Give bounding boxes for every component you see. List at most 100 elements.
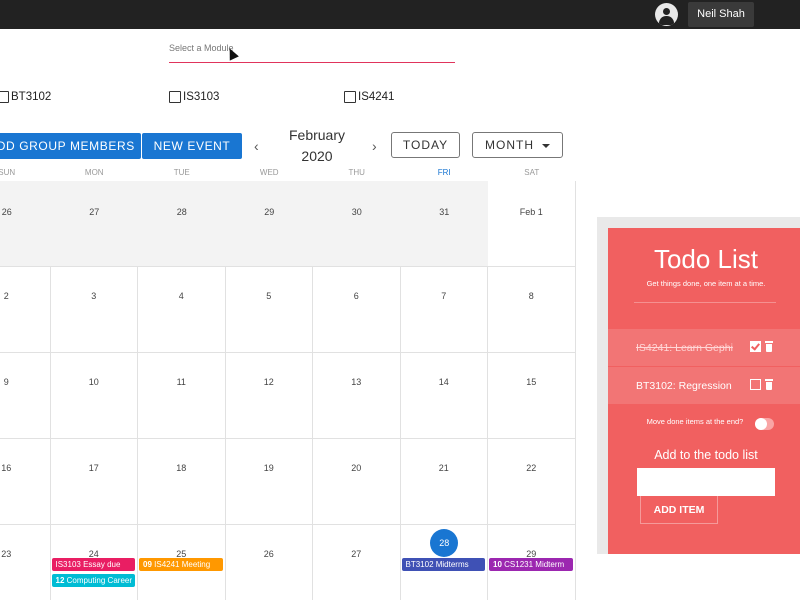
- calendar-day-cell[interactable]: 3: [51, 267, 139, 353]
- day-number[interactable]: 9: [0, 377, 50, 387]
- calendar-day-cell[interactable]: 20: [313, 439, 401, 525]
- calendar-event[interactable]: 10 CS1231 Midterm: [489, 558, 573, 571]
- event-title: IS4241 Meeting: [154, 560, 210, 569]
- day-number[interactable]: 23: [0, 549, 50, 559]
- day-number[interactable]: 17: [51, 463, 138, 473]
- next-month-icon[interactable]: ›: [372, 138, 377, 154]
- calendar-day-cell[interactable]: 31: [401, 181, 489, 267]
- day-number[interactable]: 12: [226, 377, 313, 387]
- checkbox-icon[interactable]: [344, 91, 356, 103]
- module-checkbox-is4241[interactable]: IS4241: [344, 90, 394, 104]
- todo-item-text: IS4241: Learn Gephi: [636, 342, 733, 354]
- day-number[interactable]: 20: [313, 463, 400, 473]
- calendar-day-cell[interactable]: 6: [313, 267, 401, 353]
- calendar-day-cell[interactable]: 22: [488, 439, 576, 525]
- add-item-button[interactable]: ADD ITEM: [640, 496, 718, 524]
- calendar-day-cell[interactable]: 14: [401, 353, 489, 439]
- view-select-label: MONTH: [485, 138, 534, 152]
- add-group-members-button[interactable]: ADD GROUP MEMBERS: [0, 133, 141, 159]
- calendar-day-cell[interactable]: 4: [138, 267, 226, 353]
- today-marker[interactable]: 28: [430, 529, 458, 557]
- calendar-day-cell[interactable]: 9: [0, 353, 51, 439]
- todo-done-checkbox[interactable]: [750, 341, 761, 352]
- month-year: 2020: [276, 146, 358, 167]
- checkbox-icon[interactable]: [169, 91, 181, 103]
- day-number[interactable]: 22: [488, 463, 575, 473]
- day-number[interactable]: 28: [138, 207, 226, 217]
- day-number[interactable]: 31: [401, 207, 489, 217]
- account-icon[interactable]: [655, 3, 678, 26]
- day-number[interactable]: 4: [138, 291, 225, 301]
- calendar-day-cell[interactable]: 10: [51, 353, 139, 439]
- calendar-day-cell[interactable]: 17: [51, 439, 139, 525]
- move-done-toggle[interactable]: [755, 418, 774, 430]
- calendar-event[interactable]: 09 IS4241 Meeting: [139, 558, 223, 571]
- chevron-down-icon: [542, 144, 550, 148]
- calendar-day-cell[interactable]: 19: [226, 439, 314, 525]
- event-title: Computing Career: [67, 576, 132, 585]
- add-todo-label: Add to the todo list: [608, 448, 800, 462]
- calendar-day-cell[interactable]: Feb 1: [488, 181, 576, 267]
- calendar-day-cell[interactable]: 15: [488, 353, 576, 439]
- prev-month-icon[interactable]: ‹: [254, 138, 259, 154]
- module-checkbox-bt3102[interactable]: BT3102: [0, 90, 51, 104]
- calendar-day-cell[interactable]: 7: [401, 267, 489, 353]
- calendar-day-cell[interactable]: 28: [138, 181, 226, 267]
- day-number[interactable]: 26: [226, 549, 313, 559]
- account-icon-body: [659, 16, 674, 25]
- calendar-day-cell[interactable]: 21: [401, 439, 489, 525]
- trash-icon[interactable]: [765, 379, 773, 390]
- new-event-button[interactable]: NEW EVENT: [142, 133, 242, 159]
- calendar-day-cell[interactable]: 2: [0, 267, 51, 353]
- day-number[interactable]: 10: [51, 377, 138, 387]
- checkbox-icon[interactable]: [0, 91, 9, 103]
- add-todo-input[interactable]: [637, 468, 775, 496]
- calendar-day-cell[interactable]: 29: [226, 181, 314, 267]
- view-select[interactable]: MONTH: [472, 132, 563, 158]
- day-number[interactable]: 15: [488, 377, 575, 387]
- calendar-day-cell[interactable]: 11: [138, 353, 226, 439]
- calendar-day-cell[interactable]: 23: [0, 525, 51, 600]
- calendar-day-cell[interactable]: 26: [226, 525, 314, 600]
- day-number[interactable]: 5: [226, 291, 313, 301]
- calendar-day-cell[interactable]: 13: [313, 353, 401, 439]
- day-number[interactable]: 2: [0, 291, 50, 301]
- calendar-day-cell[interactable]: 27: [313, 525, 401, 600]
- trash-icon[interactable]: [765, 341, 773, 352]
- calendar-day-cell[interactable]: 5: [226, 267, 314, 353]
- calendar-day-cell[interactable]: 18: [138, 439, 226, 525]
- calendar-day-cell[interactable]: 12: [226, 353, 314, 439]
- day-number[interactable]: 13: [313, 377, 400, 387]
- day-number[interactable]: 16: [0, 463, 50, 473]
- calendar-event[interactable]: BT3102 Midterms: [402, 558, 486, 571]
- day-number[interactable]: 3: [51, 291, 138, 301]
- todo-item: IS4241: Learn Gephi: [608, 329, 800, 366]
- day-number[interactable]: 19: [226, 463, 313, 473]
- calendar-day-cell[interactable]: 8: [488, 267, 576, 353]
- today-button[interactable]: TODAY: [391, 132, 460, 158]
- day-number[interactable]: 27: [313, 549, 400, 559]
- calendar-day-cell[interactable]: 16: [0, 439, 51, 525]
- day-number[interactable]: 11: [138, 377, 225, 387]
- day-number[interactable]: 7: [401, 291, 488, 301]
- day-number[interactable]: 26: [0, 207, 51, 217]
- day-number[interactable]: Feb 1: [488, 207, 575, 217]
- day-number[interactable]: 27: [51, 207, 139, 217]
- day-number[interactable]: 6: [313, 291, 400, 301]
- module-select[interactable]: Select a Module: [169, 36, 455, 63]
- user-name-button[interactable]: Neil Shah: [688, 2, 754, 27]
- day-number[interactable]: 30: [313, 207, 401, 217]
- day-number[interactable]: 29: [226, 207, 314, 217]
- todo-done-checkbox[interactable]: [750, 379, 761, 390]
- day-number[interactable]: 14: [401, 377, 488, 387]
- calendar-day-cell[interactable]: 27: [51, 181, 139, 267]
- calendar-event[interactable]: 12 Computing Career: [52, 574, 136, 587]
- calendar-day-cell[interactable]: 26: [0, 181, 51, 267]
- calendar-day-cell[interactable]: 30: [313, 181, 401, 267]
- module-checkbox-is3103[interactable]: IS3103: [169, 90, 219, 104]
- module-checkbox-label: IS4241: [358, 91, 394, 103]
- day-number[interactable]: 8: [488, 291, 575, 301]
- day-number[interactable]: 18: [138, 463, 225, 473]
- calendar-event[interactable]: IS3103 Essay due: [52, 558, 136, 571]
- day-number[interactable]: 21: [401, 463, 488, 473]
